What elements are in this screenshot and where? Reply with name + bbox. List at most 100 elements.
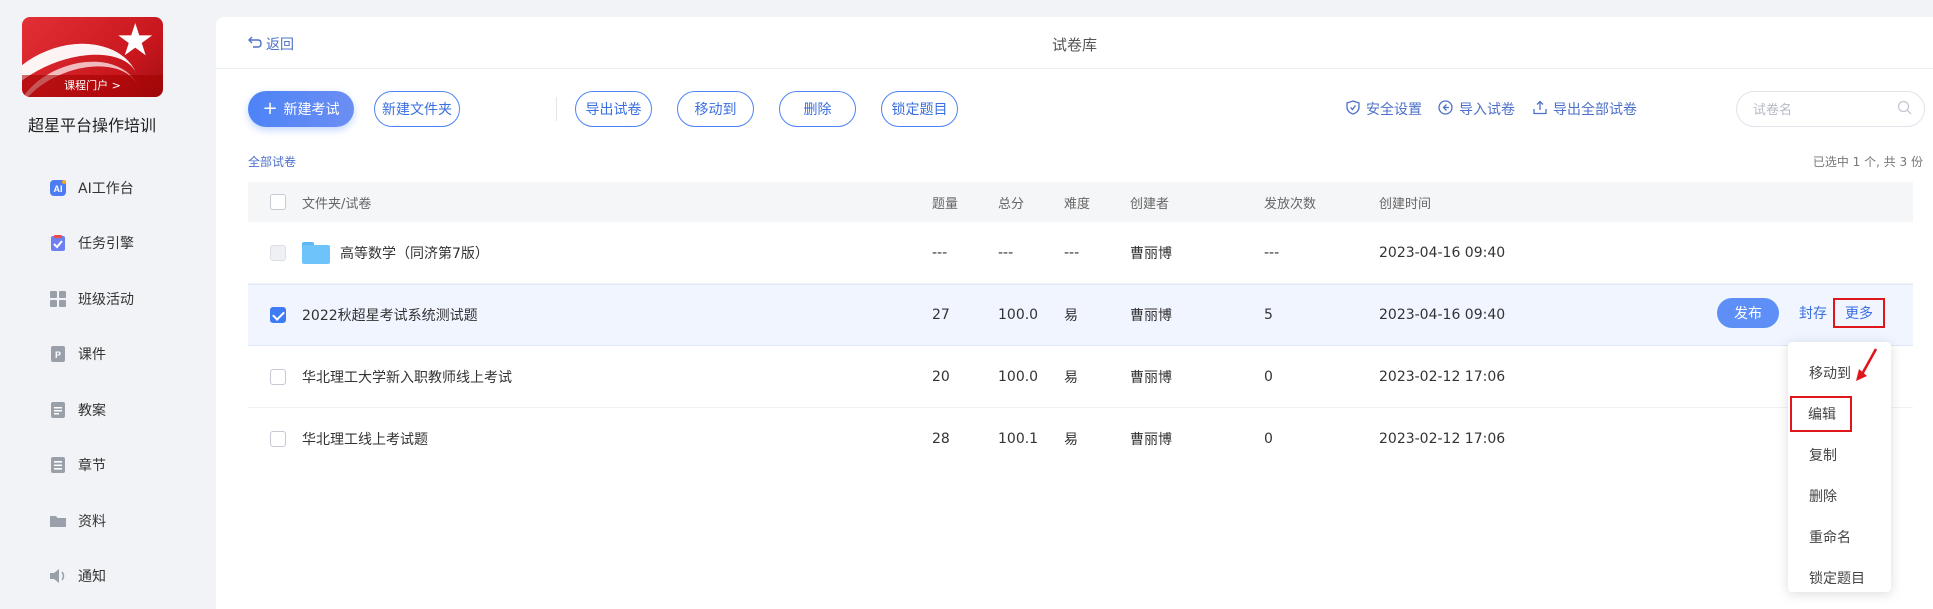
header-created: 创建时间: [1379, 196, 1432, 212]
sidebar-item-courseware[interactable]: P 课件: [0, 327, 184, 383]
lock-questions-button[interactable]: 锁定题目: [881, 91, 958, 127]
menu-item-edit[interactable]: 编辑: [1788, 393, 1891, 434]
row-score: 100.0: [998, 368, 1039, 385]
search-icon[interactable]: [1897, 100, 1912, 119]
row-times: 0: [1264, 431, 1273, 447]
sidebar-item-notice[interactable]: 通知: [0, 549, 184, 605]
delete-button[interactable]: 删除: [779, 91, 856, 127]
star-icon: ★: [115, 17, 155, 66]
export-all-link[interactable]: 导出全部试卷: [1533, 99, 1637, 119]
security-settings-link[interactable]: 安全设置: [1346, 99, 1422, 119]
new-exam-label: 新建考试: [283, 102, 340, 118]
header-count: 题量: [932, 196, 959, 212]
row-creator: 曹丽博: [1130, 432, 1172, 448]
sidebar-nav: AI AI工作台 任务引擎 班级活动 P 课件 教案 章节 资料 通知: [0, 160, 184, 604]
new-exam-button[interactable]: + 新建考试: [248, 91, 354, 127]
sidebar-item-materials[interactable]: 资料: [0, 493, 184, 549]
row-creator: 曹丽博: [1130, 369, 1172, 386]
menu-item-label: 锁定题目: [1809, 570, 1865, 587]
row-creator: 曹丽博: [1130, 308, 1172, 324]
row-checkbox[interactable]: [270, 307, 286, 323]
grid-icon: [48, 289, 68, 309]
sidebar-item-label: 任务引擎: [78, 236, 134, 253]
row-name[interactable]: 高等数学（同济第7版）: [340, 243, 489, 263]
row-difficulty: 易: [1064, 369, 1078, 386]
row-name[interactable]: 华北理工大学新入职教师线上考试: [302, 367, 512, 387]
svg-text:AI: AI: [54, 184, 63, 194]
row-created: 2023-04-16 09:40: [1379, 307, 1506, 323]
sidebar-item-task[interactable]: 任务引擎: [0, 216, 184, 272]
row-checkbox[interactable]: [270, 431, 286, 447]
row-times: 5: [1264, 307, 1273, 323]
search-box: [1736, 91, 1925, 127]
paper-table: 文件夹/试卷 题量 总分 难度 创建者 发放次数 创建时间 高等数学（同济第7版…: [248, 182, 1913, 470]
row-creator: 曹丽博: [1130, 245, 1172, 262]
row-checkbox[interactable]: [270, 368, 286, 385]
sidebar-item-label: 课件: [78, 347, 106, 364]
import-icon: [1438, 99, 1453, 119]
seal-link[interactable]: 封存: [1799, 303, 1827, 323]
row-count: 27: [932, 307, 950, 323]
course-portal-button[interactable]: 课程门户 >: [22, 75, 163, 97]
search-input[interactable]: [1753, 101, 1893, 117]
sidebar-item-class-activity[interactable]: 班级活动: [0, 271, 184, 327]
move-to-button[interactable]: 移动到: [677, 91, 754, 127]
page-title: 试卷库: [1051, 36, 1097, 54]
row-count: 28: [932, 431, 950, 447]
selection-info: 已选中 1 个, 共 3 份: [1812, 155, 1923, 169]
header-name: 文件夹/试卷: [302, 196, 372, 212]
new-folder-button[interactable]: 新建文件夹: [374, 91, 460, 127]
toolbar: + 新建考试 新建文件夹 导出试卷 移动到 删除 锁定题目 安全设置 导入试卷 …: [248, 91, 1925, 127]
row-name[interactable]: 2022秋超星考试系统测试题: [302, 305, 478, 325]
sidebar-item-lesson-plan[interactable]: 教案: [0, 382, 184, 438]
export-icon: [1533, 100, 1547, 119]
shield-icon: [1346, 99, 1360, 119]
row-difficulty: 易: [1064, 432, 1078, 448]
row-score: 100.1: [998, 431, 1039, 447]
menu-item-lock[interactable]: 锁定题目: [1788, 557, 1891, 598]
ai-icon: AI: [48, 178, 68, 198]
row-times: 0: [1264, 368, 1273, 385]
select-all-checkbox[interactable]: [270, 194, 286, 210]
menu-item-rename[interactable]: 重命名: [1788, 516, 1891, 557]
more-link[interactable]: 更多: [1833, 298, 1885, 328]
menu-item-label: 复制: [1809, 447, 1837, 464]
table-row[interactable]: 高等数学（同济第7版） --- --- --- 曹丽博 --- 2023-04-…: [248, 222, 1913, 284]
back-button[interactable]: 返回: [248, 34, 294, 54]
publish-button[interactable]: 发布: [1717, 298, 1779, 328]
row-score: ---: [998, 244, 1014, 261]
folder-icon: [302, 241, 330, 264]
back-arrow-icon: [248, 36, 262, 52]
sidebar-item-label: 章节: [78, 458, 106, 475]
menu-item-delete[interactable]: 删除: [1788, 475, 1891, 516]
list-icon: [48, 455, 68, 475]
table-row[interactable]: 华北理工大学新入职教师线上考试 20 100.0 易 曹丽博 0 2023-02…: [248, 346, 1913, 408]
sidebar: ★ 课程门户 > 超星平台操作培训 AI AI工作台 任务引擎 班级活动 P 课…: [0, 0, 184, 609]
table-row[interactable]: 华北理工线上考试题 28 100.1 易 曹丽博 0 2023-02-12 17…: [248, 408, 1913, 470]
annotation-arrow-icon: [1856, 348, 1878, 381]
row-difficulty: ---: [1064, 244, 1080, 261]
speaker-icon: [48, 566, 68, 586]
security-settings-label: 安全设置: [1366, 102, 1422, 118]
sidebar-item-label: 班级活动: [78, 291, 134, 308]
menu-item-label: 编辑: [1790, 395, 1852, 432]
sidebar-item-label: AI工作台: [78, 180, 134, 197]
row-count: 20: [932, 368, 950, 385]
sidebar-item-ai[interactable]: AI AI工作台: [0, 160, 184, 216]
sidebar-item-label: 通知: [78, 569, 106, 586]
import-paper-link[interactable]: 导入试卷: [1438, 99, 1515, 119]
export-all-label: 导出全部试卷: [1553, 102, 1637, 118]
sidebar-item-chapter[interactable]: 章节: [0, 438, 184, 494]
row-created: 2023-04-16 09:40: [1379, 244, 1506, 261]
course-logo[interactable]: ★ 课程门户 >: [22, 17, 163, 97]
breadcrumb[interactable]: 全部试卷: [248, 153, 296, 170]
doc-icon: [48, 400, 68, 420]
export-paper-button[interactable]: 导出试卷: [575, 91, 652, 127]
row-checkbox[interactable]: [270, 244, 286, 261]
row-name[interactable]: 华北理工线上考试题: [302, 429, 428, 449]
menu-item-label: 删除: [1809, 488, 1837, 505]
table-row[interactable]: 2022秋超星考试系统测试题 27 100.0 易 曹丽博 5 2023-04-…: [248, 284, 1913, 346]
menu-item-copy[interactable]: 复制: [1788, 434, 1891, 475]
row-actions: 发布 封存 更多: [1717, 298, 1885, 328]
toolbar-divider: [556, 97, 557, 121]
